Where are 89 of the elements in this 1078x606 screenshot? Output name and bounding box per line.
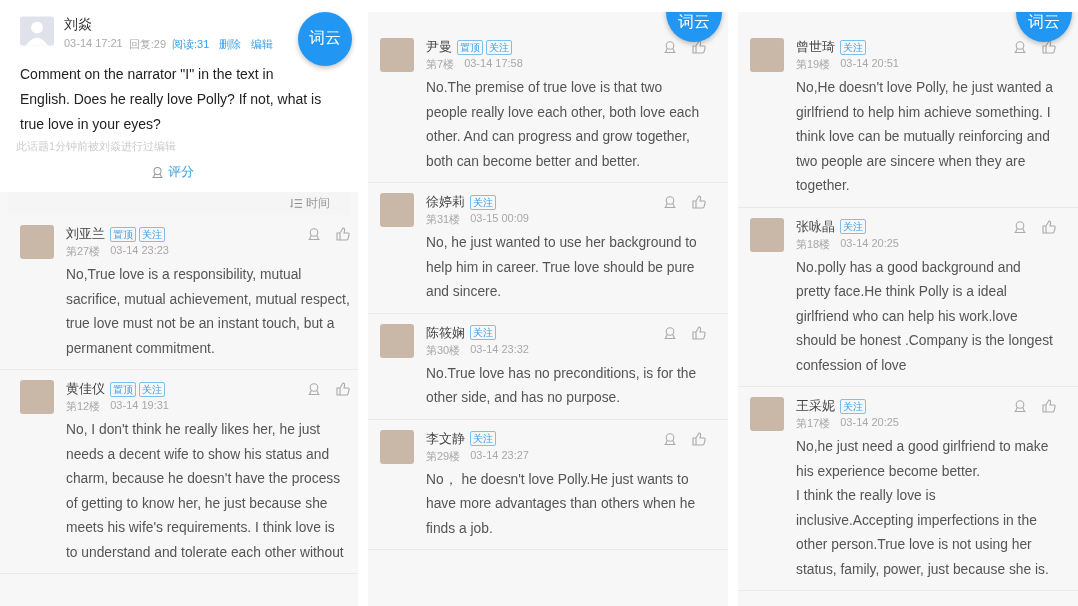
avatar-icon (20, 16, 54, 46)
sort-icon (290, 198, 303, 209)
post-action-link[interactable]: 删除 (219, 37, 242, 52)
photo-placeholder (750, 217, 784, 252)
award-icon[interactable] (307, 382, 321, 396)
comment-time: 03-14 17:58 (464, 57, 523, 71)
comment-tag: 置顶 (457, 39, 483, 55)
commenter-name: 尹曼 (426, 38, 452, 56)
comment-tag: 关注 (470, 194, 496, 210)
commenter-name: 徐婷莉 (426, 193, 465, 211)
thumbs-up-icon[interactable] (1042, 219, 1056, 234)
sort-button[interactable]: 时间 (284, 194, 336, 213)
comment-text: No,True love is a responsibility, mutual sacrifice, mutual achievement, mutual respect, true love must not be an instant touch, but a permanent commitment. (66, 266, 350, 358)
comment-tag: 关注 (840, 398, 866, 414)
comment-text: No,He doesn't love Polly, he just wanted a girlfriend to help him achieve something. I think love can be mutually reinforcing and two people are sincere when they are together. (796, 79, 1054, 195)
thumbs-up-icon[interactable] (692, 195, 706, 209)
photo-placeholder (380, 38, 414, 72)
comment-time: 03-14 23:23 (110, 244, 169, 258)
thumbs-up-icon[interactable] (336, 227, 350, 241)
reply-count: 回复:29 (128, 37, 166, 52)
floor-number: 第27楼 (66, 244, 101, 259)
comment-tag: 关注 (139, 381, 165, 397)
comment-time: 03-14 23:32 (470, 342, 529, 357)
word-cloud-button[interactable]: 词云 (666, 12, 722, 42)
commenter-name: 李文静 (426, 429, 465, 448)
comment-time: 03-15 00:09 (470, 212, 529, 226)
commenter-name: 刘亚兰 (66, 225, 105, 243)
comment-tag: 置顶 (110, 226, 136, 242)
post-action-link[interactable]: 编辑 (251, 37, 274, 52)
comment-text: No.polly has a good background and pretty face.He think Polly is a ideal girlfriend who can help his work.love should be honest .Company is the longest confession of love (796, 258, 1054, 375)
commenter-name: 曾世琦 (796, 38, 835, 56)
thumbs-up-icon[interactable] (1042, 399, 1056, 413)
floor-number: 第31楼 (426, 212, 461, 227)
thumbs-up-icon[interactable] (336, 382, 350, 396)
comment-time: 03-14 23:27 (470, 448, 529, 463)
floor-number: 第12楼 (66, 399, 101, 414)
author-name: 刘焱 (64, 16, 93, 34)
thumbs-up-icon[interactable] (692, 431, 706, 446)
read-count: 阅读:31 (172, 37, 210, 52)
comment-tag: 关注 (470, 325, 496, 340)
thumbs-up-icon[interactable] (692, 40, 706, 54)
award-icon (150, 165, 164, 179)
comment-tag: 关注 (840, 39, 866, 55)
commenter-name: 王采妮 (796, 397, 835, 415)
comment-text: No.The premise of true love is that two people really love each other, both love each other. And can progress and grow together, both can become better and better. (426, 79, 701, 171)
photo-placeholder (20, 380, 54, 414)
photo-placeholder (380, 193, 414, 227)
floor-number: 第29楼 (426, 448, 461, 464)
comment-tag: 关注 (139, 226, 165, 242)
comment-text: No,he just need a good girlfriend to make his experience become better. I think the really love is inclusive.Accepting imperfections in the other person.True love is not using her status, family, power, just because she is. (796, 438, 1050, 579)
award-icon[interactable] (1013, 219, 1027, 234)
thumbs-up-icon[interactable] (1042, 40, 1056, 54)
comment-time: 03-14 20:25 (840, 236, 899, 251)
commenter-name: 张咏晶 (796, 217, 835, 236)
floor-number: 第19楼 (796, 57, 831, 72)
award-icon[interactable] (1013, 40, 1027, 54)
comment-tag: 关注 (840, 219, 866, 234)
word-cloud-button[interactable]: 词云 (1016, 12, 1072, 42)
photo-placeholder (380, 323, 414, 358)
comment-text: No, I don't think he really likes her, he just needs a decent wife to show his status and charm, because he doesn't have the process of getting to know her, he just because she meets his wife's requirements. I think love is to understand and tolerate each other without (66, 421, 345, 562)
floor-number: 第7楼 (426, 57, 455, 72)
question-text: Comment on the narrator "I" in the text in English. Does he really love Polly? If not, what is true love in your eyes? (20, 65, 323, 134)
comment-time: 03-14 20:51 (840, 57, 899, 71)
comment-tag: 关注 (470, 431, 496, 446)
comment-time: 03-14 19:31 (110, 399, 169, 413)
floor-number: 第30楼 (426, 342, 461, 358)
post-time: 03-14 17:21 (64, 37, 123, 51)
thumbs-up-icon[interactable] (692, 325, 706, 340)
photo-placeholder (750, 397, 784, 431)
photo-placeholder (20, 225, 54, 259)
award-icon[interactable] (1013, 399, 1027, 413)
photo-placeholder (750, 38, 784, 72)
comment-text: No.True love has no preconditions, is for the other side, and has no purpose. (426, 364, 698, 407)
comment-time: 03-14 20:25 (840, 416, 899, 430)
award-icon[interactable] (663, 195, 677, 209)
comment-text: No, he just wanted to use her background to help him in career. True love should be pure and sincere. (426, 234, 698, 301)
award-icon[interactable] (307, 227, 321, 241)
commenter-name: 陈筱娴 (426, 323, 465, 342)
award-icon[interactable] (663, 40, 677, 54)
award-icon[interactable] (663, 325, 677, 340)
comment-tag: 关注 (486, 39, 512, 55)
award-icon[interactable] (663, 431, 677, 446)
comment-tag: 置顶 (110, 381, 136, 397)
commenter-name: 黄佳仪 (66, 380, 105, 398)
rate-button[interactable]: 评分 (144, 162, 200, 182)
floor-number: 第18楼 (796, 236, 831, 252)
floor-number: 第17楼 (796, 416, 831, 431)
comment-text: No， he doesn't love Polly.He just wants to have more advantages than others when he finds a job. (426, 470, 697, 538)
photo-placeholder (380, 429, 414, 464)
